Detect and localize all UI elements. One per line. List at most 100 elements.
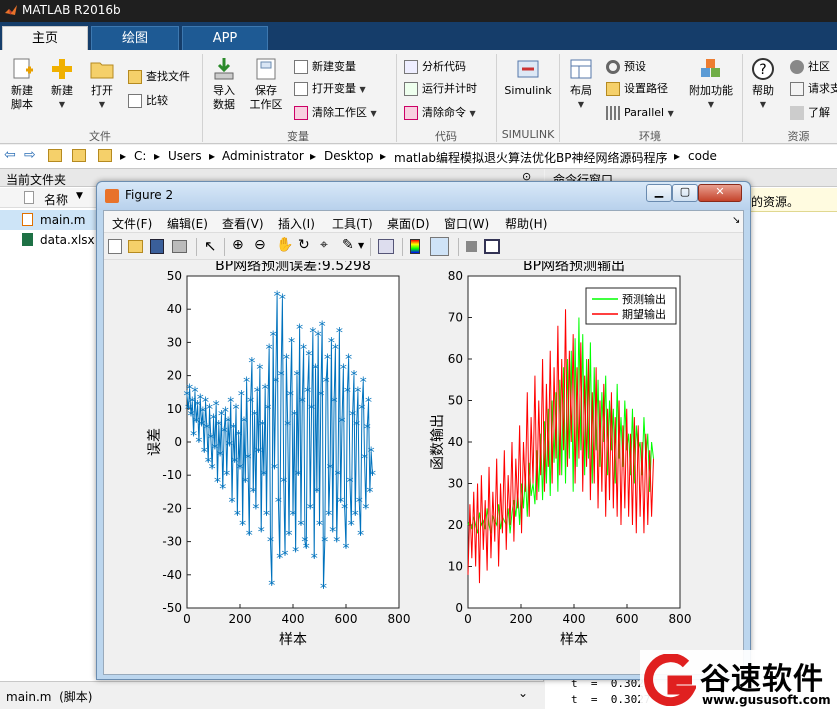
data-point-marker: * [357,528,364,544]
data-point-marker: * [279,292,286,308]
breadcrumb-users[interactable]: Users [168,149,202,163]
parallel-button[interactable]: Parallel ▼ [606,104,674,124]
data-cursor-icon[interactable]: ⌖ [320,237,328,253]
tab-apps[interactable]: APP [182,26,268,50]
clear-commands-icon [404,106,418,120]
column-header-name[interactable]: 名称 [44,191,68,208]
minimize-button[interactable]: ▁ [646,184,672,202]
menu-view[interactable]: 查看(V) [222,215,264,232]
legend-icon[interactable] [430,237,449,256]
data-point-marker: * [282,548,289,564]
import-data-button[interactable]: 导入 数据 [206,56,242,112]
new-button[interactable]: 新建 ▼ [44,56,80,112]
menu-edit[interactable]: 编辑(E) [167,215,208,232]
y-tick-label: -50 [162,601,182,615]
menu-help[interactable]: 帮助(H) [505,215,547,232]
menu-insert[interactable]: 插入(I) [278,215,315,232]
chevron-down-icon[interactable]: ▼ [358,241,364,250]
hide-plot-tools-icon[interactable] [466,241,477,252]
breadcrumb-drive[interactable]: C: [134,149,146,163]
data-point-marker: * [343,541,350,557]
save-workspace-button[interactable]: 保存 工作区 [246,56,286,112]
y-tick-label: 30 [448,477,463,491]
group-separator [396,54,397,142]
zoom-out-icon[interactable]: ⊖ [254,237,266,253]
chevron-down-icon: ▼ [370,109,377,118]
breadcrumb-project-folder[interactable]: matlab编程模拟退火算法优化BP神经网络源码程序 [394,149,668,166]
layout-button[interactable]: 布局 ▼ [564,56,598,112]
x-tick-label: 400 [563,612,586,626]
breadcrumb-administrator[interactable]: Administrator [222,149,304,163]
addons-button[interactable]: 附加功能 ▼ [684,56,738,112]
run-and-time-button[interactable]: 运行并计时 [404,80,477,100]
data-point-marker: * [297,518,304,534]
data-point-marker: * [287,389,294,405]
y-tick-label: 40 [167,302,182,316]
find-files-button[interactable]: 查找文件 [128,68,190,88]
browse-folder-icon[interactable] [72,149,86,162]
clear-commands-button[interactable]: 清除命令 ▼ [404,104,476,124]
request-support-button[interactable]: 请求支 [790,80,837,100]
show-plot-tools-icon[interactable] [484,239,500,254]
data-point-marker: * [252,501,259,517]
save-icon[interactable] [150,239,164,254]
data-point-marker: * [226,438,233,454]
pointer-icon[interactable]: ↖ [204,237,217,255]
compare-button[interactable]: 比较 [128,92,168,112]
open-file-icon[interactable] [128,240,143,253]
preferences-button[interactable]: 预设 [606,58,646,78]
forward-arrow-icon[interactable]: ⇨ [24,147,36,163]
colorbar-icon[interactable] [410,239,420,254]
menu-desktop[interactable]: 桌面(D) [387,215,430,232]
zoom-in-icon[interactable]: ⊕ [232,237,244,253]
new-script-button[interactable]: 新建 脚本 [4,56,40,112]
back-arrow-icon[interactable]: ⇦ [4,147,16,163]
up-folder-icon[interactable] [48,149,62,162]
tab-home[interactable]: 主页 [2,26,88,50]
data-point-marker: * [264,402,271,418]
set-path-button[interactable]: 设置路径 [606,80,668,100]
learn-button[interactable]: 了解 [790,104,830,124]
print-icon[interactable] [172,240,187,253]
rotate-3d-icon[interactable]: ↻ [298,237,310,253]
data-point-marker: * [278,369,285,385]
maximize-button[interactable]: ▢ [672,184,698,202]
simulink-button[interactable]: Simulink [502,56,554,98]
new-figure-icon[interactable] [108,239,122,254]
figure-window[interactable]: Figure 2 ▁ ▢ ✕ 文件(F) 编辑(E) 查看(V) 插入(I) 工… [96,181,751,680]
list-item[interactable]: data.xlsx [0,230,96,250]
breadcrumb-code[interactable]: code [688,149,717,163]
legend-entry: 预测输出 [622,292,666,306]
analyze-code-button[interactable]: 分析代码 [404,58,466,78]
chevron-down-icon[interactable]: ⌄ [518,686,528,700]
tab-plots[interactable]: 绘图 [91,26,179,50]
dock-arrow-icon[interactable]: ↘ [732,215,740,226]
link-plot-icon[interactable] [378,239,394,254]
brush-icon[interactable]: ✎ [342,237,354,253]
data-point-marker: * [366,485,373,501]
pan-hand-icon[interactable]: ✋ [276,237,293,253]
menu-window[interactable]: 窗口(W) [444,215,489,232]
legend-entry: 期望输出 [622,307,666,321]
data-point-marker: * [308,402,315,418]
open-button[interactable]: 打开 ▼ [84,56,120,112]
gususoft-logo-icon [644,654,696,706]
data-point-marker: * [360,375,367,391]
new-variable-button[interactable]: 新建变量 [294,58,356,78]
x-tick-label: 600 [335,612,358,626]
data-point-marker: * [259,418,266,434]
breadcrumb-separator: ▸ [209,149,216,163]
list-item[interactable]: main.m [0,210,96,230]
sort-arrow-icon: ▼ [76,191,83,201]
close-button[interactable]: ✕ [698,184,742,202]
group-label-code: 代码 [435,130,457,143]
clear-workspace-button[interactable]: 清除工作区 ▼ [294,104,377,124]
help-button[interactable]: ? 帮助 ▼ [746,56,780,112]
breadcrumb-desktop[interactable]: Desktop [324,149,374,163]
menu-tools[interactable]: 工具(T) [332,215,373,232]
data-point-marker: * [341,501,348,517]
community-button[interactable]: 社区 [790,58,830,78]
data-point-marker: * [362,501,369,517]
open-variable-button[interactable]: 打开变量 ▼ [294,80,366,100]
menu-file[interactable]: 文件(F) [112,215,152,232]
